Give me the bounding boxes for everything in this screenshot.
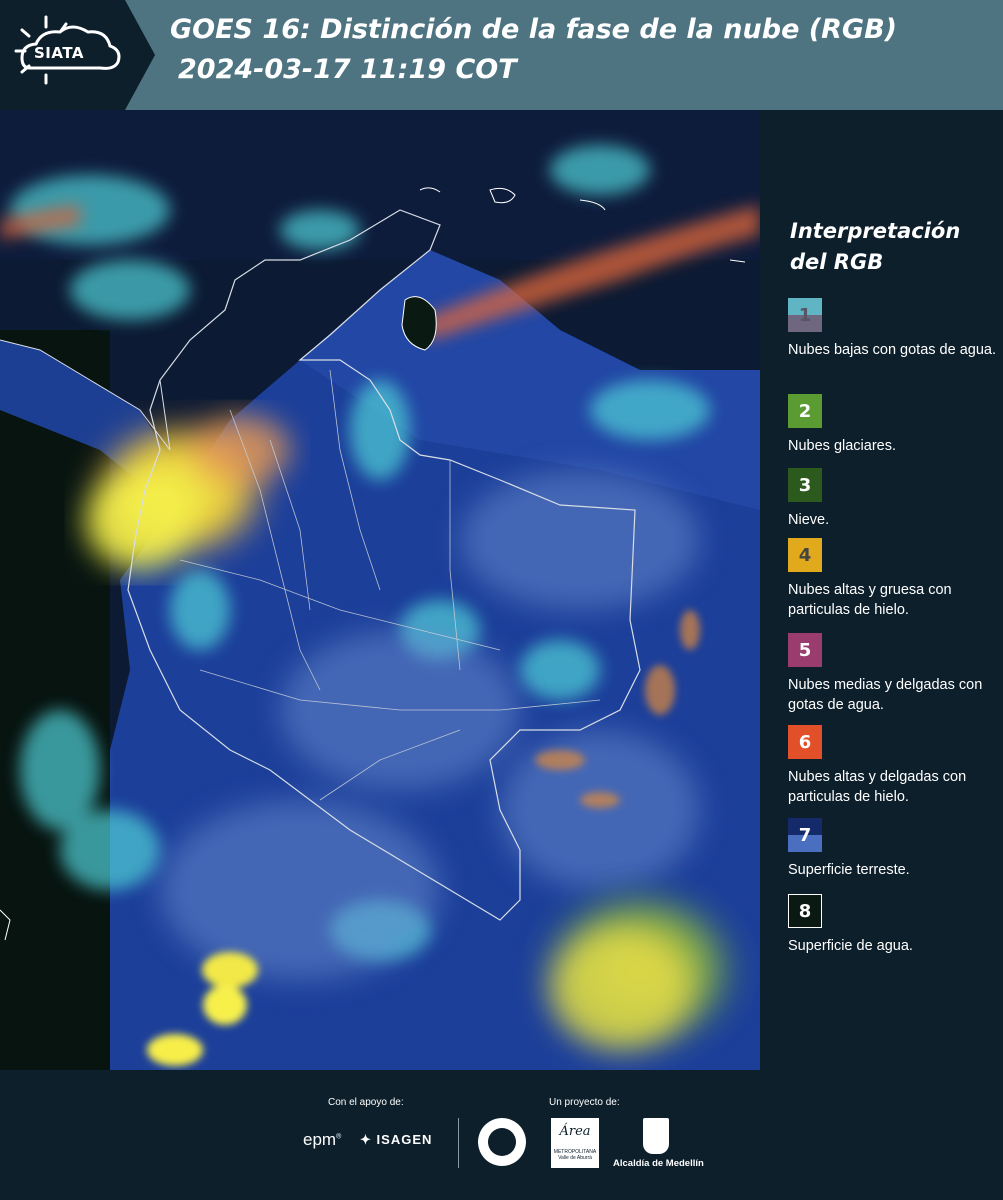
- legend-description: Nieve.: [788, 512, 830, 528]
- legend-number: 2: [798, 400, 812, 422]
- legend-swatch-6: 6: [788, 725, 822, 759]
- legend-swatch-3: 3: [788, 468, 822, 502]
- legend-number: 3: [798, 474, 812, 496]
- area-metropolitana-logo: Área METROPOLITANA Valle de Aburrá: [551, 1118, 599, 1168]
- header-bar: SIATA GOES 16: Distinción de la fase de …: [0, 0, 1003, 110]
- legend-swatch-5: 5: [788, 633, 822, 667]
- legend-number: 5: [798, 639, 812, 661]
- legend-swatch-8: 8: [788, 894, 822, 928]
- siata-logo-text: SIATA: [34, 44, 85, 62]
- amva-logo-subtext: METROPOLITANA Valle de Aburrá: [553, 1149, 597, 1161]
- legend-panel: Interpretación del RGB 1 Nubes bajas con…: [776, 110, 1003, 1070]
- legend-swatch-2: 2: [788, 394, 822, 428]
- legend-item-7: 7 Superficie terreste.: [788, 818, 998, 880]
- legend-swatch-4: 4: [788, 538, 822, 572]
- legend-item-4: 4 Nubes altas y gruesa con particulas de…: [788, 538, 998, 620]
- legend-swatch-1: 1: [788, 298, 822, 332]
- legend-item-8: 8 Superficie de agua.: [788, 894, 998, 956]
- amva-logo-text: Área: [559, 1124, 591, 1139]
- legend-description: Nubes medias y delgadas con gotas de agu…: [788, 677, 983, 713]
- legend-description: Superficie de agua.: [788, 938, 913, 954]
- page-timestamp: 2024-03-17 11:19 COT: [178, 54, 517, 85]
- legend-number: 8: [798, 900, 812, 922]
- legend-item-5: 5 Nubes medias y delgadas con gotas de a…: [788, 633, 998, 715]
- satellite-map: [0, 110, 760, 1070]
- epm-logo: epm®: [303, 1130, 342, 1149]
- support-label: Con el apoyo de:: [328, 1097, 404, 1108]
- medellin-label: Alcaldía de Medellín: [613, 1158, 704, 1169]
- legend-item-6: 6 Nubes altas y delgadas con particulas …: [788, 725, 998, 807]
- satellite-image: [0, 110, 760, 1070]
- legend-item-2: 2 Nubes glaciares.: [788, 394, 998, 456]
- legend-description: Nubes glaciares.: [788, 438, 896, 454]
- gobernacion-seal-icon: [478, 1118, 526, 1166]
- footer: Con el apoyo de: Un proyecto de: epm® ✦ …: [0, 1070, 1003, 1200]
- isagen-icon: ✦: [360, 1132, 372, 1147]
- legend-swatch-7: 7: [788, 818, 822, 852]
- legend-description: Nubes altas y gruesa con particulas de h…: [788, 582, 952, 618]
- siata-logo: SIATA: [0, 0, 155, 110]
- project-label: Un proyecto de:: [549, 1097, 620, 1108]
- isagen-logo-text: ISAGEN: [376, 1132, 433, 1147]
- legend-description: Superficie terreste.: [788, 862, 910, 878]
- footer-divider: [458, 1118, 459, 1168]
- medellin-shield-icon: [643, 1118, 669, 1154]
- legend-item-1: 1 Nubes bajas con gotas de agua.: [788, 298, 998, 360]
- legend-item-3: 3 Nieve.: [788, 468, 998, 530]
- legend-description: Nubes altas y delgadas con particulas de…: [788, 769, 967, 805]
- legend-number: 6: [798, 731, 812, 753]
- legend-number: 1: [798, 304, 812, 326]
- legend-number: 7: [798, 824, 812, 846]
- legend-title: Interpretación del RGB: [790, 219, 961, 274]
- legend-number: 4: [798, 544, 812, 566]
- page-title: GOES 16: Distinción de la fase de la nub…: [170, 14, 897, 45]
- legend-description: Nubes bajas con gotas de agua.: [788, 342, 996, 358]
- isagen-logo: ✦ ISAGEN: [360, 1132, 432, 1148]
